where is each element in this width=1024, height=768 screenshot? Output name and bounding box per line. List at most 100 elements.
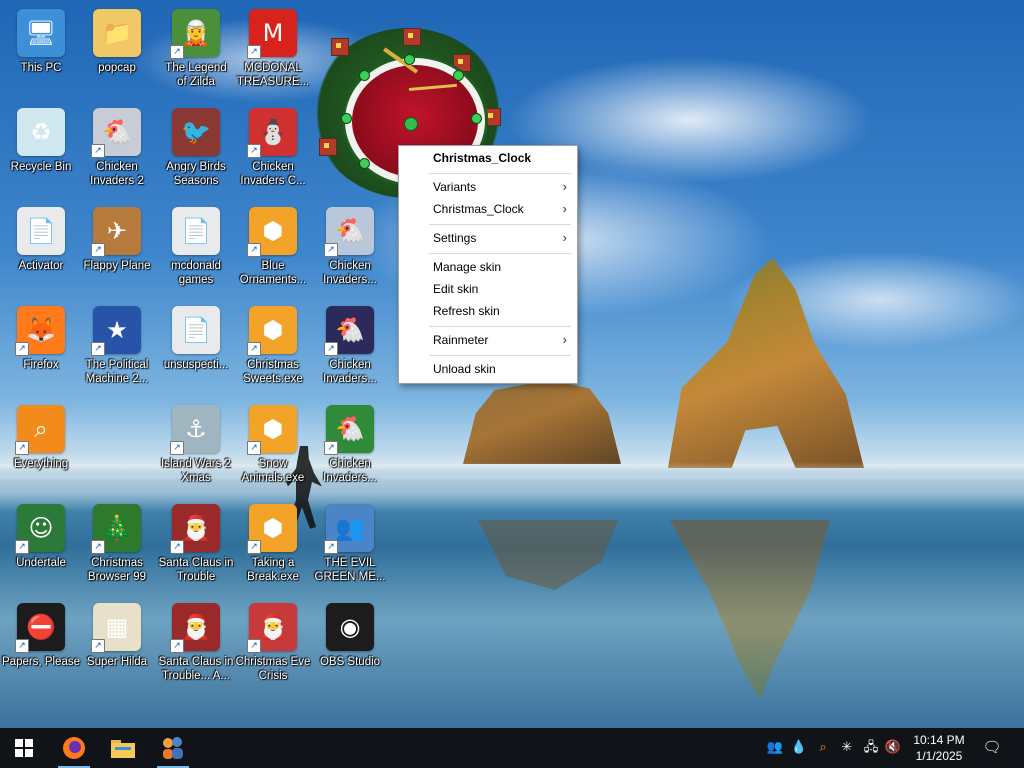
desktop-icon-mcdonald-games[interactable]: 📄 mcdonald games bbox=[157, 202, 235, 296]
wallpaper-reflection-small bbox=[478, 520, 618, 590]
menu-separator bbox=[429, 173, 571, 174]
desktop-icon-label: Activator bbox=[18, 260, 64, 272]
clock-house-decoration bbox=[403, 28, 421, 46]
desktop-icon-unsuspecting[interactable]: 📄 unsuspecti... bbox=[157, 301, 235, 395]
desktop-icon-christmas-browser-99[interactable]: 🎄 ↗ Christmas Browser 99 bbox=[78, 499, 156, 593]
menu-item-label: Unload skin bbox=[433, 362, 496, 376]
desktop-icon-legend-of-zilda[interactable]: 🧝 ↗ The Legend of Zilda bbox=[157, 4, 235, 98]
desktop-icon-firefox[interactable]: 🦊 ↗ Firefox bbox=[2, 301, 80, 395]
clock-house-decoration bbox=[319, 138, 337, 156]
taskbar-clock[interactable]: 10:14 PM 1/1/2025 bbox=[906, 732, 972, 764]
desktop-icon-label: Angry Birds Seasons bbox=[166, 161, 226, 187]
desktop-icon-label: Snow Animals.exe bbox=[241, 458, 305, 484]
desktop-icon-label: Santa Claus in Trouble bbox=[158, 557, 234, 583]
desktop-icon-chicken-invaders-3[interactable]: 🐔 ↗ Chicken Invaders... bbox=[311, 202, 389, 296]
menu-title-label: Christmas_Clock bbox=[433, 151, 532, 165]
desktop-icon-christmas-sweets[interactable]: ⬢ ↗ Christmas Sweets.exe bbox=[234, 301, 312, 395]
desktop-icon-obs-studio[interactable]: ◉ OBS Studio bbox=[311, 598, 389, 692]
desktop-icon-evil-green-me[interactable]: 👥 ↗ THE EVIL GREEN ME... bbox=[311, 499, 389, 593]
mcdonald-games-icon: 📄 bbox=[172, 207, 220, 255]
taskbar-evil-green-me-button[interactable] bbox=[149, 728, 197, 768]
people-icon[interactable]: 👥 bbox=[766, 738, 784, 758]
desktop-icon-label: popcap bbox=[98, 62, 136, 74]
desktop-icon-label: THE EVIL GREEN ME... bbox=[314, 557, 386, 583]
sparkle-icon[interactable]: ✳ bbox=[838, 738, 856, 758]
menu-item-settings[interactable]: Settings › bbox=[399, 227, 577, 249]
menu-item-edit-skin[interactable]: Edit skin bbox=[399, 278, 577, 300]
network-icon[interactable]: 🖧 bbox=[862, 738, 880, 758]
start-button[interactable] bbox=[0, 728, 48, 768]
desktop-icon-label: mcdonald games bbox=[171, 260, 221, 286]
desktop-icon-taking-a-break[interactable]: ⬢ ↗ Taking a Break.exe bbox=[234, 499, 312, 593]
drop-icon[interactable]: 💧 bbox=[790, 738, 808, 758]
desktop-icon-label: Recycle Bin bbox=[10, 161, 72, 173]
desktop-icon-recycle-bin[interactable]: ♻ Recycle Bin bbox=[2, 103, 80, 197]
desktop-icon-chicken-invaders-4[interactable]: 🐔 ↗ Chicken Invaders... bbox=[311, 301, 389, 395]
desktop-icon-chicken-invaders-5[interactable]: 🐔 ↗ Chicken Invaders... bbox=[311, 400, 389, 494]
desktop-icon-mcdonald-treasure[interactable]: M ↗ MCDONAL TREASURE... bbox=[234, 4, 312, 98]
shortcut-arrow-icon: ↗ bbox=[91, 540, 105, 554]
island-wars-2-icon: ⚓ ↗ bbox=[170, 405, 220, 455]
clock-ornament-dot bbox=[453, 70, 464, 81]
desktop-icon-undertale[interactable]: ☺ ↗ Undertale bbox=[2, 499, 80, 593]
desktop-icon-popcap[interactable]: 📁 popcap bbox=[78, 4, 156, 98]
taskbar-file-explorer-button[interactable] bbox=[99, 728, 147, 768]
desktop-icon-label: Blue Ornaments... bbox=[239, 260, 307, 286]
menu-item-rainmeter[interactable]: Rainmeter › bbox=[399, 329, 577, 351]
desktop-icon-political-machine[interactable]: ★ ↗ The Political Machine 2... bbox=[78, 301, 156, 395]
menu-item-christmas-clock[interactable]: Christmas_Clock › bbox=[399, 198, 577, 220]
desktop-icon-label: Super Hilda bbox=[86, 656, 148, 668]
desktop-icon-super-hilda[interactable]: ▦ ↗ Super Hilda bbox=[78, 598, 156, 692]
desktop-icon-label: Santa Claus in Trouble... A... bbox=[158, 656, 234, 682]
menu-title-christmas-clock[interactable]: Christmas_Clock bbox=[399, 147, 577, 169]
desktop-icon-blue-ornaments[interactable]: ⬢ ↗ Blue Ornaments... bbox=[234, 202, 312, 296]
submenu-arrow-icon: › bbox=[562, 201, 567, 216]
desktop-icon-label: Undertale bbox=[16, 557, 66, 569]
desktop-icon-snow-animals[interactable]: ⬢ ↗ Snow Animals.exe bbox=[234, 400, 312, 494]
wallpaper-rock-arch bbox=[667, 258, 864, 468]
shortcut-arrow-icon: ↗ bbox=[15, 639, 29, 653]
desktop-icon-santa-claus-trouble-a[interactable]: 🎅 ↗ Santa Claus in Trouble... A... bbox=[157, 598, 235, 692]
taskbar-firefox-button[interactable] bbox=[50, 728, 98, 768]
desktop-icon-papers-please[interactable]: ⛔ ↗ Papers, Please bbox=[2, 598, 80, 692]
desktop-icon-activator[interactable]: 📄 Activator bbox=[2, 202, 80, 296]
desktop-icon-label: Flappy Plane bbox=[83, 260, 151, 272]
desktop-icon-chicken-invaders-c[interactable]: ⛄ ↗ Chicken Invaders C... bbox=[234, 103, 312, 197]
desktop-icon-label: Firefox bbox=[23, 359, 59, 371]
menu-item-label: Settings bbox=[433, 231, 477, 245]
shortcut-arrow-icon: ↗ bbox=[170, 540, 184, 554]
clock-ornament-dot bbox=[471, 113, 482, 124]
shortcut-arrow-icon: ↗ bbox=[247, 441, 261, 455]
desktop-icon-flappy-plane[interactable]: ✈ ↗ Flappy Plane bbox=[78, 202, 156, 296]
menu-separator bbox=[429, 224, 571, 225]
desktop-icon-christmas-eve-crisis[interactable]: 🎅 ↗ Christmas Eve Crisis bbox=[234, 598, 312, 692]
desktop-icon-this-pc[interactable]: 🖥 This PC bbox=[2, 4, 80, 98]
menu-item-refresh-skin[interactable]: Refresh skin bbox=[399, 300, 577, 322]
desktop-icon-island-wars-2[interactable]: ⚓ ↗ Island Wars 2 Xmas bbox=[157, 400, 235, 494]
menu-item-unload-skin[interactable]: Unload skin bbox=[399, 358, 577, 380]
super-hilda-icon: ▦ ↗ bbox=[91, 603, 141, 653]
notification-icon[interactable]: 🗨 bbox=[982, 737, 1002, 757]
clock-ornament-dot bbox=[404, 54, 415, 65]
clock-house-decoration bbox=[331, 38, 349, 56]
this-pc-icon: 🖥 bbox=[17, 9, 65, 57]
volume-muted-icon[interactable]: 🔇 bbox=[884, 738, 902, 758]
menu-separator bbox=[429, 355, 571, 356]
menu-item-variants[interactable]: Variants › bbox=[399, 176, 577, 198]
menu-item-manage-skin[interactable]: Manage skin bbox=[399, 256, 577, 278]
flappy-plane-icon: ✈ ↗ bbox=[91, 207, 141, 257]
search-tool-icon[interactable]: ⌕ bbox=[814, 738, 832, 758]
desktop-icon-santa-claus-trouble[interactable]: 🎅 ↗ Santa Claus in Trouble bbox=[157, 499, 235, 593]
evil-green-me-icon: 👥 ↗ bbox=[324, 504, 374, 554]
shortcut-arrow-icon: ↗ bbox=[170, 45, 184, 59]
clock-date: 1/1/2025 bbox=[915, 749, 963, 763]
desktop-icon-chicken-invaders-2[interactable]: 🐔 ↗ Chicken Invaders 2 bbox=[78, 103, 156, 197]
shortcut-arrow-icon: ↗ bbox=[247, 342, 261, 356]
desktop-icon-angry-birds-seasons[interactable]: 🐦 Angry Birds Seasons bbox=[157, 103, 235, 197]
papers-please-icon: ⛔ ↗ bbox=[15, 603, 65, 653]
santa-claus-trouble-a-icon: 🎅 ↗ bbox=[170, 603, 220, 653]
submenu-arrow-icon: › bbox=[562, 179, 567, 194]
desktop-icon-everything[interactable]: ⌕ ↗ Everything bbox=[2, 400, 80, 494]
shortcut-arrow-icon: ↗ bbox=[324, 342, 338, 356]
desktop-icon-label: Everything bbox=[13, 458, 69, 470]
